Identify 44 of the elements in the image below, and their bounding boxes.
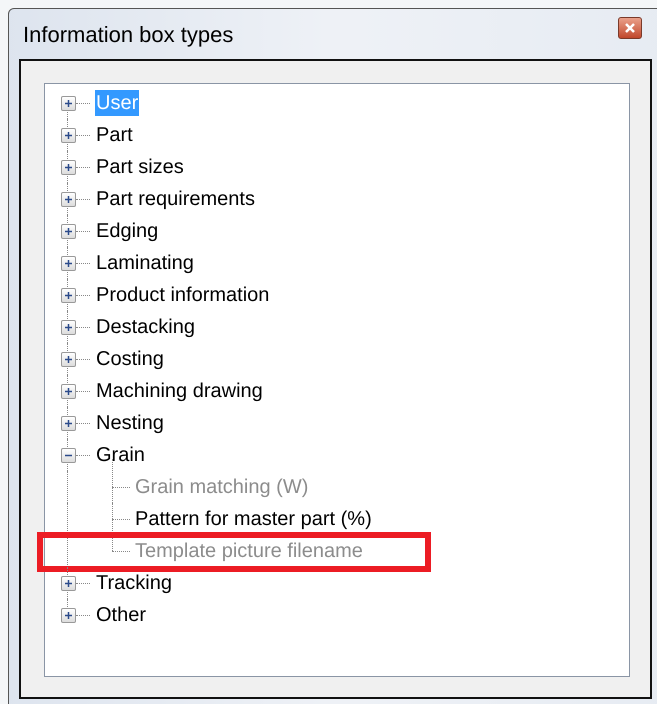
plus-icon — [64, 98, 72, 108]
tree-item[interactable]: Other — [95, 602, 148, 628]
tree-item[interactable]: Nesting — [95, 410, 165, 436]
plus-icon — [64, 194, 72, 204]
plus-icon — [64, 226, 72, 236]
collapse-toggle[interactable] — [60, 448, 76, 462]
expand-toggle[interactable] — [60, 352, 76, 366]
expand-toggle[interactable] — [60, 608, 76, 622]
expand-toggle[interactable] — [60, 416, 76, 430]
tree-item[interactable]: Grain — [95, 442, 146, 468]
tree-item[interactable]: Pattern for master part (%) — [134, 506, 373, 532]
plus-icon — [64, 290, 72, 300]
expand-toggle[interactable] — [60, 384, 76, 398]
tree-item[interactable]: Costing — [95, 346, 165, 372]
tree-item[interactable]: Part sizes — [95, 154, 185, 180]
tree-item[interactable]: Product information — [95, 282, 270, 308]
expand-toggle[interactable] — [60, 288, 76, 302]
expand-toggle[interactable] — [60, 256, 76, 270]
close-button[interactable] — [618, 17, 642, 39]
plus-icon — [64, 386, 72, 396]
window-title: Information box types — [23, 20, 234, 49]
plus-icon — [64, 258, 72, 268]
tree-item[interactable]: Edging — [95, 218, 160, 244]
expand-toggle[interactable] — [60, 320, 76, 334]
expand-toggle[interactable] — [60, 160, 76, 174]
tree-item[interactable]: Destacking — [95, 314, 196, 340]
close-icon — [624, 22, 636, 34]
expand-toggle[interactable] — [60, 224, 76, 238]
tree-item[interactable]: Part requirements — [95, 186, 256, 212]
expand-toggle[interactable] — [60, 192, 76, 206]
plus-icon — [64, 610, 72, 620]
plus-icon — [64, 354, 72, 364]
tree-item[interactable]: Machining drawing — [95, 378, 264, 404]
plus-icon — [64, 130, 72, 140]
plus-icon — [64, 162, 72, 172]
tree-item[interactable]: Tracking — [95, 570, 173, 596]
expand-toggle[interactable] — [60, 576, 76, 590]
tree-item[interactable]: Laminating — [95, 250, 195, 276]
tree-item[interactable]: Part — [95, 122, 134, 148]
expand-toggle[interactable] — [60, 128, 76, 142]
plus-icon — [64, 322, 72, 332]
expand-toggle[interactable] — [60, 96, 76, 110]
plus-icon — [64, 418, 72, 428]
plus-icon — [64, 578, 72, 588]
